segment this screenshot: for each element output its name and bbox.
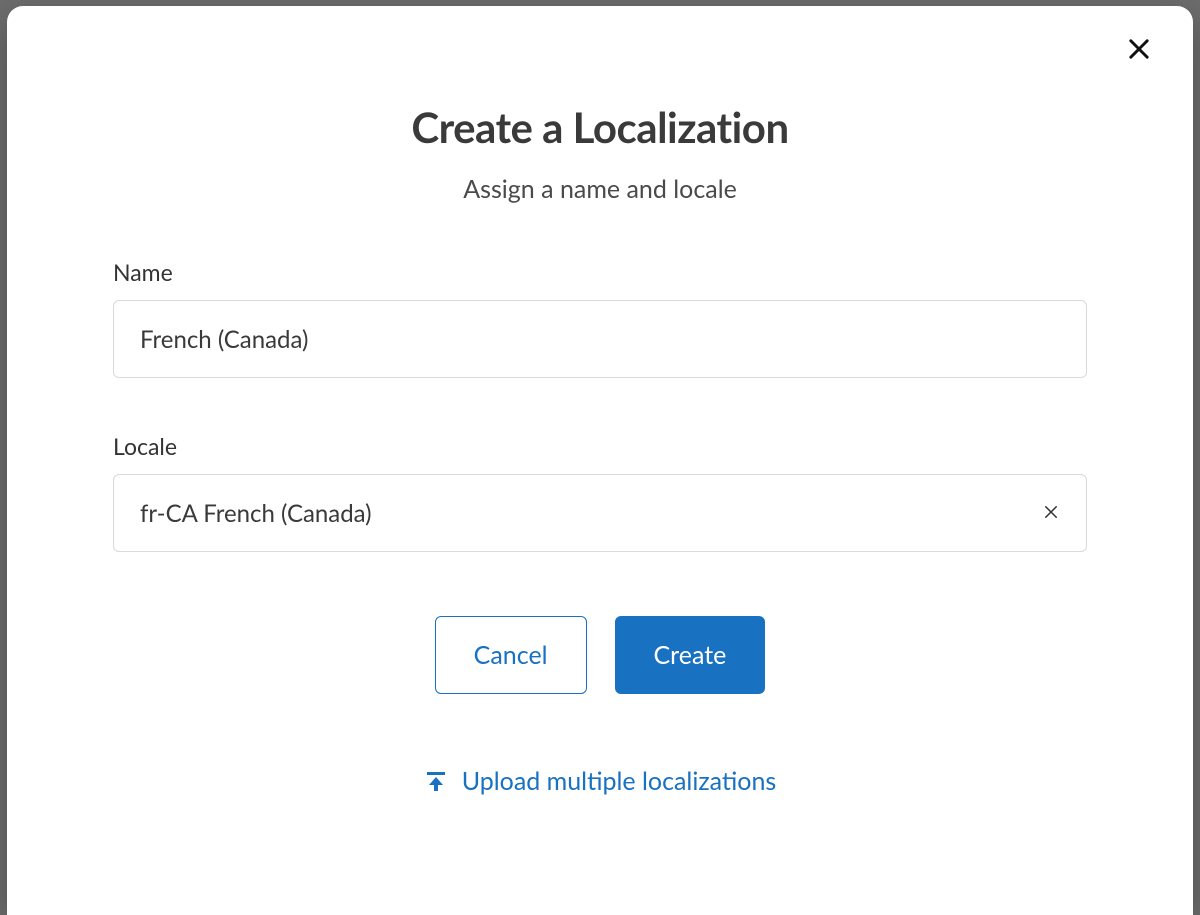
modal-header: Create a Localization Assign a name and …	[43, 102, 1157, 204]
button-row: Cancel Create	[113, 616, 1087, 694]
locale-clear-button[interactable]	[1037, 499, 1065, 527]
name-label: Name	[113, 258, 1087, 286]
locale-field-group: Locale fr-CA French (Canada)	[113, 432, 1087, 552]
x-icon	[1042, 503, 1060, 524]
upload-multiple-link[interactable]: Upload multiple localizations	[424, 766, 777, 796]
name-input[interactable]	[113, 300, 1087, 378]
localization-form: Name Locale fr-CA French (Canada)	[113, 258, 1087, 796]
name-field-group: Name	[113, 258, 1087, 378]
modal-title: Create a Localization	[43, 102, 1157, 152]
create-localization-modal: Create a Localization Assign a name and …	[7, 6, 1193, 915]
upload-link-label: Upload multiple localizations	[462, 766, 777, 796]
modal-subtitle: Assign a name and locale	[43, 174, 1157, 204]
close-icon	[1125, 35, 1153, 66]
locale-selected-value: fr-CA French (Canada)	[140, 499, 372, 528]
cancel-button[interactable]: Cancel	[435, 616, 587, 694]
create-button[interactable]: Create	[615, 616, 766, 694]
locale-select[interactable]: fr-CA French (Canada)	[113, 474, 1087, 552]
upload-icon	[424, 769, 448, 793]
close-button[interactable]	[1119, 30, 1159, 70]
locale-label: Locale	[113, 432, 1087, 460]
